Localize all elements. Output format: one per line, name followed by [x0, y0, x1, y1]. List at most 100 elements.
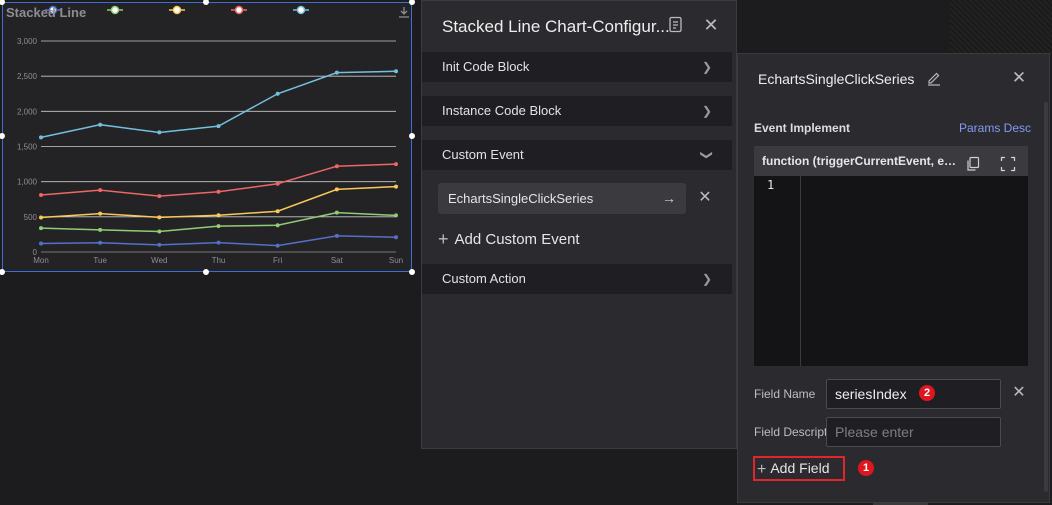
add-field-label: Add Field [770, 460, 830, 476]
data-point [98, 211, 103, 216]
edit-icon[interactable] [926, 70, 942, 86]
data-point [334, 210, 339, 215]
section-instance-code-block[interactable]: Instance Code Block ❯ [422, 96, 732, 126]
x-tick-label: Wed [151, 256, 167, 265]
y-tick-label: 2,500 [17, 72, 38, 81]
data-point [334, 70, 339, 75]
data-point [334, 187, 339, 192]
document-icon[interactable] [668, 16, 684, 34]
section-custom-action[interactable]: Custom Action ❯ [422, 264, 732, 294]
resize-handle-bm[interactable] [203, 269, 209, 275]
config-panel: Stacked Line Chart-Configur... ✕ Init Co… [421, 0, 737, 449]
remove-event-icon[interactable]: ✕ [698, 190, 712, 206]
y-tick-label: 500 [24, 213, 38, 222]
data-point [275, 91, 280, 96]
chevron-right-icon: ❯ [701, 104, 712, 118]
x-tick-label: Sun [389, 256, 403, 265]
data-point [216, 240, 221, 245]
code-editor[interactable]: 1 [754, 176, 1028, 366]
section-init-code-block[interactable]: Init Code Block ❯ [422, 52, 732, 82]
legend-marker [172, 5, 182, 15]
function-signature: function (triggerCurrentEvent, echa... [762, 154, 962, 168]
section-label: Init Code Block [442, 59, 530, 74]
data-point [98, 227, 103, 232]
data-point [157, 194, 162, 199]
chevron-right-icon: ❯ [701, 272, 712, 286]
y-tick-label: 2,000 [17, 107, 38, 116]
legend-marker [234, 5, 244, 15]
data-point [157, 215, 162, 220]
data-point [394, 162, 398, 167]
add-field-button[interactable]: + Add Field [753, 456, 845, 481]
field-name-input[interactable] [826, 379, 1001, 409]
event-implement-label: Event Implement [754, 121, 851, 135]
custom-event-label: EchartsSingleClickSeries [448, 191, 594, 206]
editor-header: function (triggerCurrentEvent, echa... [754, 146, 1028, 176]
section-label: Custom Action [442, 271, 526, 286]
data-point [275, 223, 280, 228]
custom-event-item[interactable]: EchartsSingleClickSeries → [438, 183, 686, 214]
params-desc-link[interactable]: Params Desc [959, 121, 1031, 135]
editor-gutter: 1 [754, 176, 801, 366]
background-pattern [950, 0, 1052, 55]
plus-icon: + [757, 461, 767, 478]
copy-icon[interactable] [966, 153, 980, 171]
event-editor-panel: EchartsSingleClickSeries ✕ Event Impleme… [737, 53, 1050, 503]
data-point [394, 213, 398, 218]
y-tick-label: 3,000 [17, 37, 38, 46]
data-point [39, 135, 43, 140]
data-point [216, 124, 221, 129]
data-point [98, 240, 103, 245]
data-point [98, 122, 103, 127]
fullscreen-icon[interactable] [1000, 153, 1016, 172]
chart-widget[interactable]: 0 500 1,000 1,500 2,000 2,500 3,000 Mon Tue Wed Th… [2, 2, 412, 272]
data-point [334, 233, 339, 238]
arrow-right-icon[interactable]: → [662, 183, 676, 214]
data-point [394, 69, 398, 74]
legend-marker [110, 5, 120, 15]
section-label: Instance Code Block [442, 103, 562, 118]
data-point [39, 215, 43, 220]
data-point [39, 193, 43, 198]
data-point [216, 224, 221, 229]
resize-handle-tr[interactable] [409, 0, 415, 5]
data-point [394, 235, 398, 240]
data-point [157, 130, 162, 135]
legend-marker [296, 5, 306, 15]
resize-handle-br[interactable] [409, 269, 415, 275]
x-tick-label: Sat [331, 256, 344, 265]
data-point [157, 242, 162, 247]
step-badge-1: 1 [858, 460, 874, 476]
x-tick-label: Mon [33, 256, 49, 265]
remove-field-icon[interactable]: ✕ [1012, 385, 1026, 401]
data-point [394, 184, 398, 189]
add-custom-event-label: Add Custom Event [454, 231, 580, 248]
field-description-input[interactable] [826, 417, 1001, 447]
data-point [39, 226, 43, 231]
data-point [98, 188, 103, 193]
resize-handle-bl[interactable] [0, 269, 5, 275]
close-icon[interactable]: ✕ [702, 15, 720, 35]
line-number: 1 [767, 178, 775, 192]
download-icon[interactable] [397, 5, 411, 19]
data-point [334, 164, 339, 169]
data-point [216, 189, 221, 194]
panel-title: Stacked Line Chart-Configur... [442, 17, 670, 36]
x-tick-label: Fri [273, 256, 283, 265]
y-tick-label: 1,500 [17, 143, 38, 152]
step-badge-2: 2 [919, 385, 935, 401]
panel-scrollbar[interactable] [1044, 102, 1048, 492]
data-point [275, 209, 280, 214]
section-custom-event[interactable]: Custom Event ❯ [422, 140, 732, 170]
chevron-right-icon: ❯ [701, 60, 712, 74]
section-label: Custom Event [442, 147, 524, 162]
x-tick-label: Thu [212, 256, 226, 265]
resize-handle-mr[interactable] [409, 133, 415, 139]
data-point [157, 229, 162, 234]
close-icon[interactable]: ✕ [1010, 69, 1028, 87]
y-tick-label: 1,000 [17, 178, 38, 187]
chart-title: Stacked Line [6, 5, 87, 20]
x-tick-label: Tue [93, 256, 107, 265]
add-custom-event-button[interactable]: + Add Custom Event [438, 229, 580, 250]
plus-icon: + [438, 229, 449, 249]
